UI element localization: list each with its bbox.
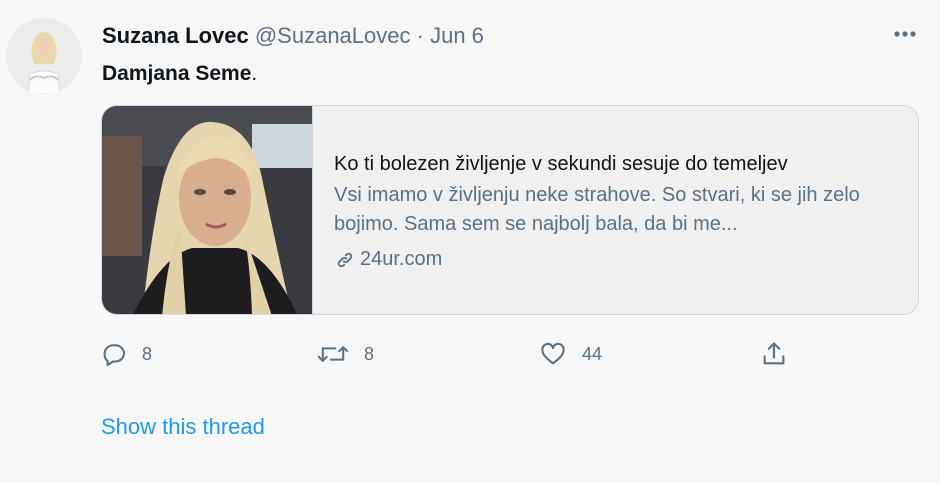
link-icon: [337, 252, 353, 267]
retweet-count: 8: [364, 343, 375, 364]
like-count: 44: [582, 343, 603, 364]
retweet-button[interactable]: 8: [316, 336, 374, 372]
link-card[interactable]: Ko ti bolezen življenje v sekundi sesuje…: [101, 105, 919, 315]
tweet-text: Damjana Seme.: [102, 60, 257, 88]
author-handle[interactable]: @SuzanaLovec: [255, 23, 411, 48]
tweet-date[interactable]: Jun 6: [430, 23, 484, 48]
card-image: [102, 106, 313, 314]
tweet-text-rest: .: [251, 62, 258, 85]
reply-count: 8: [142, 343, 153, 364]
avatar-image: [6, 18, 82, 94]
card-domain-text: 24ur.com: [360, 248, 443, 270]
retweet-icon: [317, 346, 349, 362]
tweet-text-bold: Damjana Seme: [102, 62, 252, 85]
author-name[interactable]: Suzana Lovec: [102, 23, 249, 48]
more-horizontal-icon[interactable]: [890, 22, 920, 46]
tweet-header: Suzana Lovec @SuzanaLovec · Jun 6: [102, 22, 484, 50]
like-button[interactable]: 44: [538, 336, 602, 372]
card-domain: 24ur.com: [334, 245, 904, 274]
reply-button[interactable]: 8: [100, 336, 152, 372]
share-button[interactable]: [760, 336, 802, 372]
share-icon: [763, 342, 785, 365]
show-thread-link[interactable]: Show this thread: [101, 414, 265, 440]
reply-icon: [103, 344, 125, 367]
separator-dot: ·: [416, 23, 424, 48]
card-description: Vsi imamo v življenju neke strahove. So …: [334, 184, 860, 235]
card-title: Ko ti bolezen življenje v sekundi sesuje…: [334, 153, 788, 175]
card-body: Ko ti bolezen življenje v sekundi sesuje…: [334, 150, 904, 274]
avatar[interactable]: [6, 18, 82, 94]
heart-icon: [541, 342, 565, 365]
